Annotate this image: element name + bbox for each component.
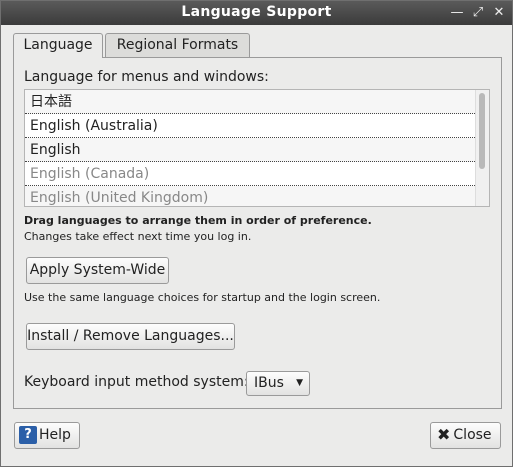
minimize-icon[interactable]: — [449,5,465,21]
close-icon: ✖ [437,425,451,444]
list-item[interactable]: English (Canada) [25,162,477,186]
list-item[interactable]: English (United Kingdom) [25,186,477,206]
scrollbar-thumb[interactable] [479,93,485,169]
list-item[interactable]: English (Australia) [25,114,477,138]
language-list[interactable]: 日本語 English (Australia) English English … [24,89,490,207]
window-title: Language Support [181,4,332,20]
close-label: Close [453,427,492,443]
keyboard-input-label: Keyboard input method system: [24,374,249,390]
install-remove-languages-button[interactable]: Install / Remove Languages... [26,323,235,350]
tab-language[interactable]: Language [13,33,103,58]
list-item[interactable]: 日本語 [25,90,477,114]
language-list-heading: Language for menus and windows: [24,69,269,85]
help-icon: ? [19,426,37,444]
help-button[interactable]: ? Help [14,422,80,449]
close-window-icon[interactable]: ✕ [491,5,507,21]
list-item[interactable]: English [25,138,477,162]
apply-system-wide-button[interactable]: Apply System-Wide [26,257,169,284]
maximize-icon[interactable]: ⤢ [470,5,486,21]
keyboard-input-value: IBus [254,375,284,391]
help-label: Help [39,427,71,443]
close-button[interactable]: ✖ Close [430,422,501,449]
keyboard-input-select[interactable]: IBus ▼ [246,371,310,396]
logout-hint: Changes take effect next time you log in… [24,230,252,243]
title-bar[interactable]: Language Support — ⤢ ✕ [1,1,512,25]
list-scrollbar[interactable] [475,90,489,206]
apply-description: Use the same language choices for startu… [24,291,381,304]
language-support-window: Language Support — ⤢ ✕ Language Regional… [0,0,513,467]
drag-hint: Drag languages to arrange them in order … [24,214,372,227]
chevron-down-icon: ▼ [296,378,303,388]
tab-regional-formats[interactable]: Regional Formats [105,33,250,57]
